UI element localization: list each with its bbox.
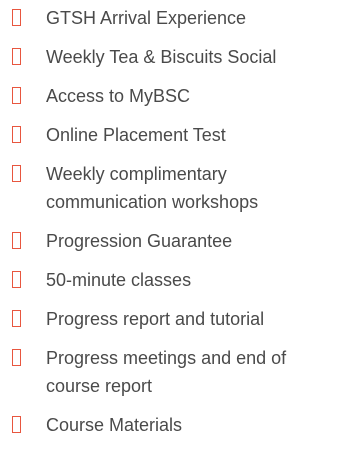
list-item-label: Weekly complimentary communication works… [46, 164, 259, 212]
list-item: Progress meetings and end of course repo… [0, 344, 339, 400]
missing-glyph-icon [12, 416, 21, 433]
list-item-label: Weekly Tea & Biscuits Social [46, 47, 277, 67]
missing-glyph-icon [12, 9, 21, 26]
missing-glyph-icon [12, 48, 21, 65]
missing-glyph-icon [12, 349, 21, 366]
list-item: Weekly Tea & Biscuits Social [0, 43, 339, 71]
list-item: Weekly complimentary communication works… [0, 160, 339, 216]
list-item: GTSH Arrival Experience [0, 4, 339, 32]
list-item: Access to MyBSC [0, 82, 339, 110]
list-item-label: Progress meetings and end of course repo… [46, 348, 287, 396]
list-item-label: Progression Guarantee [46, 231, 233, 251]
missing-glyph-icon [12, 232, 21, 249]
missing-glyph-icon [12, 87, 21, 104]
list-item-label: Access to MyBSC [46, 86, 191, 106]
list-item-label: Course Materials [46, 415, 183, 435]
list-item-label: GTSH Arrival Experience [46, 8, 247, 28]
feature-list: GTSH Arrival Experience Weekly Tea & Bis… [0, 4, 339, 450]
list-item: 50-minute classes [0, 266, 339, 294]
list-item: Online Placement Test [0, 121, 339, 149]
list-item-label: 50-minute classes [46, 270, 192, 290]
missing-glyph-icon [12, 165, 21, 182]
list-item-label: Online Placement Test [46, 125, 226, 145]
list-item-label: Progress report and tutorial [46, 309, 265, 329]
list-item: Progression Guarantee [0, 227, 339, 255]
list-item: Progress report and tutorial [0, 305, 339, 333]
missing-glyph-icon [12, 271, 21, 288]
missing-glyph-icon [12, 126, 21, 143]
list-item: Course Materials [0, 411, 339, 439]
missing-glyph-icon [12, 310, 21, 327]
